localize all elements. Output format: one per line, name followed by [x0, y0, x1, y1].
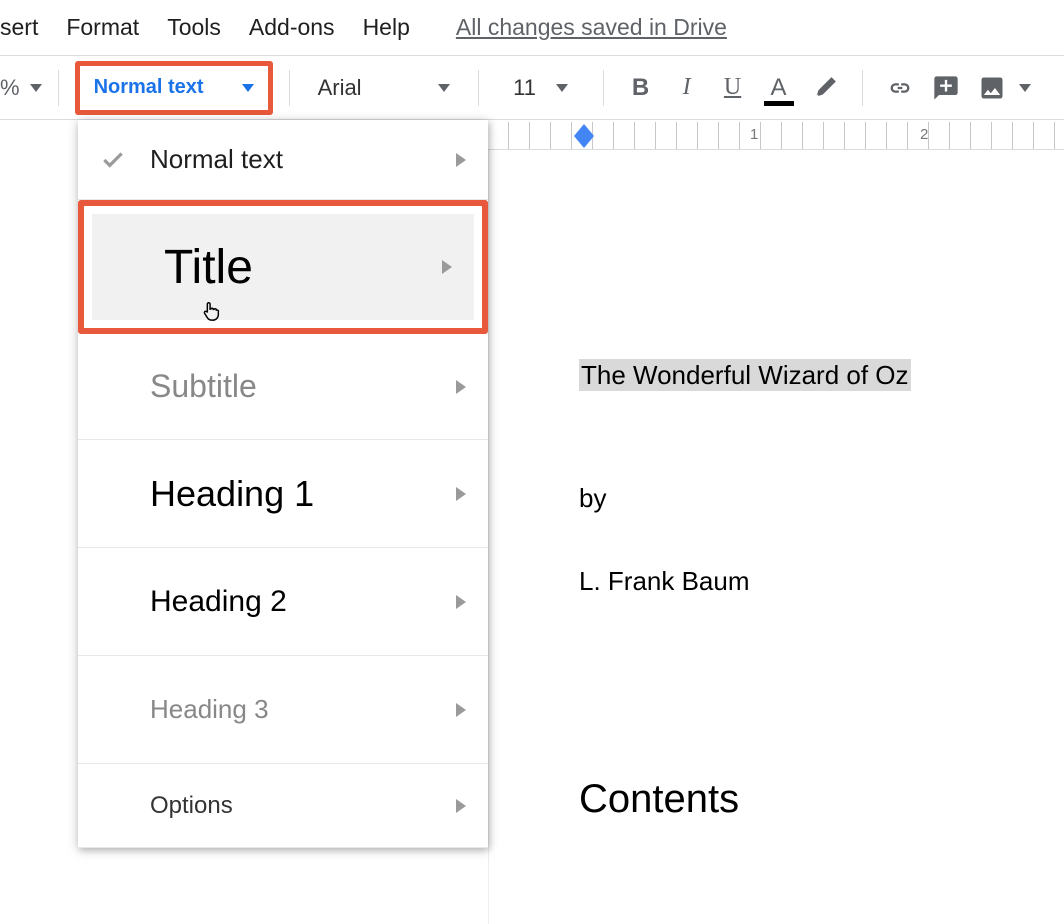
style-option-heading-3[interactable]: Heading 3 [78, 656, 488, 764]
chevron-right-icon [456, 595, 466, 609]
menubar: sert Format Tools Add-ons Help All chang… [0, 0, 1064, 56]
style-label: Heading 3 [150, 694, 456, 725]
style-option-title-highlight: Title [78, 200, 488, 334]
chevron-down-icon [438, 84, 450, 92]
style-label: Normal text [150, 144, 456, 175]
chevron-right-icon [456, 380, 466, 394]
chevron-right-icon [442, 260, 452, 274]
document-page[interactable]: The Wonderful Wizard of Oz by L. Frank B… [488, 150, 1064, 924]
style-option-heading-2[interactable]: Heading 2 [78, 548, 488, 656]
separator [289, 70, 290, 106]
insert-image-button[interactable] [971, 66, 1013, 110]
menu-insert[interactable]: sert [0, 14, 38, 41]
indent-marker-icon[interactable] [574, 124, 594, 136]
add-comment-button[interactable] [925, 66, 967, 110]
style-label: Heading 1 [150, 473, 456, 515]
cursor-icon [200, 300, 222, 322]
menu-format[interactable]: Format [66, 14, 139, 41]
chevron-right-icon [456, 799, 466, 813]
chevron-down-icon[interactable] [1019, 84, 1031, 92]
font-family-label: Arial [318, 75, 362, 101]
menu-help[interactable]: Help [363, 14, 410, 41]
chevron-down-icon [556, 84, 568, 92]
font-size-value: 11 [513, 75, 536, 101]
document-body[interactable]: The Wonderful Wizard of Oz by L. Frank B… [579, 360, 1064, 822]
separator [603, 70, 604, 106]
chevron-right-icon [456, 153, 466, 167]
style-option-subtitle[interactable]: Subtitle [78, 334, 488, 440]
italic-button[interactable]: I [666, 66, 708, 110]
styles-dropdown[interactable]: Normal text [80, 66, 268, 110]
paragraph-styles-menu: Normal text Title Subtitle Heading 1 Hea… [78, 120, 488, 848]
zoom-dropdown-icon[interactable] [30, 84, 42, 92]
font-family-dropdown[interactable]: Arial [306, 66, 462, 110]
style-option-normal-text[interactable]: Normal text [78, 120, 488, 200]
highlight-button[interactable] [804, 66, 846, 110]
ruler-tick-2: 2 [920, 126, 928, 143]
document-title-text[interactable]: The Wonderful Wizard of Oz [579, 359, 911, 391]
separator [862, 70, 863, 106]
text-color-button[interactable]: A [758, 66, 800, 110]
zoom-level[interactable]: % [0, 75, 20, 101]
style-label: Options [150, 792, 456, 820]
chevron-down-icon [242, 84, 254, 92]
ruler-tick-1: 1 [750, 126, 758, 143]
style-label: Title [164, 240, 442, 295]
toolbar: % Normal text Arial 11 B I U A [0, 56, 1064, 120]
menu-addons[interactable]: Add-ons [249, 14, 335, 41]
style-label: Heading 2 [150, 585, 456, 619]
insert-link-button[interactable] [879, 66, 921, 110]
chevron-right-icon [456, 703, 466, 717]
styles-dropdown-highlight: Normal text [75, 61, 273, 115]
bold-button[interactable]: B [620, 66, 662, 110]
document-by-text[interactable]: by [579, 483, 1064, 514]
style-option-heading-1[interactable]: Heading 1 [78, 440, 488, 548]
style-option-title[interactable]: Title [92, 214, 474, 320]
save-status[interactable]: All changes saved in Drive [456, 14, 727, 41]
chevron-right-icon [456, 487, 466, 501]
separator [58, 70, 59, 106]
style-label: Subtitle [150, 368, 456, 405]
underline-button[interactable]: U [712, 66, 754, 110]
check-icon [100, 147, 150, 173]
font-size-dropdown[interactable]: 11 [495, 66, 587, 110]
styles-dropdown-label: Normal text [94, 76, 204, 99]
style-option-options[interactable]: Options [78, 764, 488, 848]
menu-tools[interactable]: Tools [167, 14, 221, 41]
document-author-text[interactable]: L. Frank Baum [579, 566, 1064, 597]
document-contents-heading[interactable]: Contents [579, 777, 1064, 822]
separator [478, 70, 479, 106]
ruler[interactable]: 1 2 [488, 122, 1064, 150]
